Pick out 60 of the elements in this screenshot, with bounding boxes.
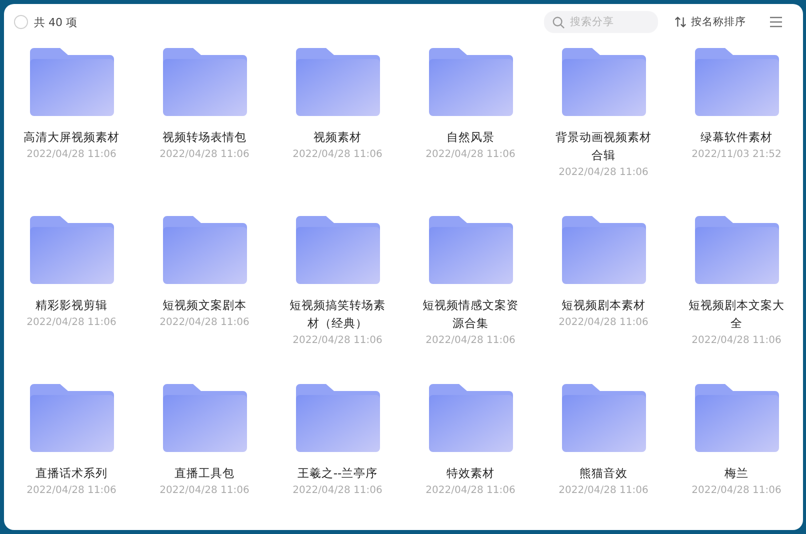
folder-date: 2022/04/28 11:06	[426, 484, 516, 498]
folder-name[interactable]: 高清大屏视频素材	[22, 128, 122, 146]
folder-date: 2022/04/28 11:06	[160, 484, 250, 498]
folder-date: 2022/04/28 11:06	[692, 484, 782, 498]
folder-icon[interactable]	[428, 384, 512, 452]
folder-name[interactable]: 短视频搞笑转场素材（经典）	[288, 296, 388, 332]
folder-name[interactable]: 视频素材	[288, 128, 388, 146]
folder-name[interactable]: 绿幕软件素材	[686, 128, 786, 146]
folder-icon[interactable]	[562, 384, 646, 452]
folder-date: 2022/04/28 11:06	[26, 148, 116, 162]
folder-date: 2022/04/28 11:06	[160, 148, 250, 162]
folder-name[interactable]: 特效素材	[420, 464, 520, 482]
folder-icon[interactable]	[562, 216, 646, 284]
folder-icon[interactable]	[428, 48, 512, 116]
folder-date: 2022/04/28 11:06	[160, 316, 250, 330]
folder-date: 2022/04/28 11:06	[292, 148, 382, 162]
folder-date: 2022/04/28 11:06	[558, 484, 648, 498]
folder-name[interactable]: 熊猫音效	[554, 464, 654, 482]
folder-name[interactable]: 直播话术系列	[22, 464, 122, 482]
sort-arrows-icon	[674, 16, 687, 28]
select-all-checkbox[interactable]	[14, 15, 28, 29]
folder-icon[interactable]	[694, 384, 778, 452]
folder-date: 2022/04/28 11:06	[426, 334, 516, 348]
folder-name[interactable]: 直播工具包	[154, 464, 254, 482]
folder-name[interactable]: 视频转场表情包	[154, 128, 254, 146]
folder-date: 2022/04/28 11:06	[558, 166, 648, 180]
folder-icon[interactable]	[562, 48, 646, 116]
folder-icon[interactable]	[30, 384, 114, 452]
folder-name[interactable]: 短视频剧本素材	[554, 296, 654, 314]
folder-name[interactable]: 自然风景	[420, 128, 520, 146]
folder-date: 2022/04/28 11:06	[26, 484, 116, 498]
folder-name[interactable]: 短视频情感文案资源合集	[420, 296, 520, 332]
folder-icon[interactable]	[428, 216, 512, 284]
folder-date: 2022/11/03 21:52	[692, 148, 782, 162]
folder-date: 2022/04/28 11:06	[692, 334, 782, 348]
folder-date: 2022/04/28 11:06	[558, 316, 648, 330]
folder-date: 2022/04/28 11:06	[292, 334, 382, 348]
folder-date: 2022/04/28 11:06	[426, 148, 516, 162]
folder-name[interactable]: 短视频文案剧本	[154, 296, 254, 314]
folder-icon[interactable]	[162, 384, 246, 452]
search-field[interactable]: 搜索分享	[544, 11, 658, 33]
folder-icon[interactable]	[694, 216, 778, 284]
folder-icon[interactable]	[162, 216, 246, 284]
folder-icon[interactable]	[30, 48, 114, 116]
folder-name[interactable]: 背景动画视频素材合辑	[554, 128, 654, 164]
folder-name[interactable]: 梅兰	[686, 464, 786, 482]
folder-icon[interactable]	[296, 384, 380, 452]
folder-icon[interactable]	[296, 48, 380, 116]
folder-name[interactable]: 王羲之--兰亭序	[288, 464, 388, 482]
item-count: 共 40 项	[34, 14, 77, 30]
folder-date: 2022/04/28 11:06	[292, 484, 382, 498]
folder-name[interactable]: 精彩影视剪辑	[22, 296, 122, 314]
folder-icon[interactable]	[30, 216, 114, 284]
folder-icon[interactable]	[296, 216, 380, 284]
sort-button[interactable]: 按名称排序	[674, 15, 746, 29]
folder-date: 2022/04/28 11:06	[26, 316, 116, 330]
folder-icon[interactable]	[694, 48, 778, 116]
folder-name[interactable]: 短视频剧本文案大全	[686, 296, 786, 332]
menu-icon[interactable]	[769, 16, 783, 28]
folder-icon[interactable]	[162, 48, 246, 116]
